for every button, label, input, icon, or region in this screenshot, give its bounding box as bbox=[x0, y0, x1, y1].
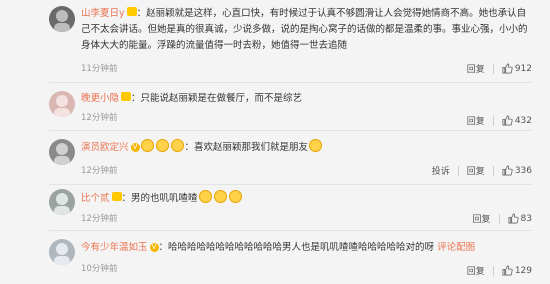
avatar[interactable] bbox=[49, 91, 75, 117]
like-count: 83 bbox=[520, 213, 532, 224]
thumbs-up-icon bbox=[502, 63, 513, 74]
emoji-icon bbox=[309, 139, 323, 152]
reply-button[interactable]: 回复 bbox=[467, 62, 485, 75]
like-button[interactable]: 912 bbox=[502, 63, 532, 74]
divider bbox=[492, 265, 494, 276]
thumbs-up-icon bbox=[502, 265, 513, 276]
reply-button[interactable]: 回复 bbox=[473, 212, 491, 225]
comment-text: ：男的也叽叽喳喳 bbox=[121, 193, 198, 204]
user-name[interactable]: 山李夏日y bbox=[81, 8, 125, 19]
divider bbox=[492, 63, 494, 74]
like-count: 129 bbox=[514, 265, 532, 276]
divider bbox=[457, 165, 459, 176]
crown-badge-icon bbox=[121, 92, 132, 101]
like-button[interactable]: 129 bbox=[502, 265, 532, 276]
emoji-icon bbox=[155, 139, 169, 152]
user-name[interactable]: 演员欧定兴 bbox=[81, 142, 129, 153]
comment-image-link[interactable]: 评论配图 bbox=[437, 242, 475, 253]
emoji-icon bbox=[198, 190, 212, 203]
thumbs-up-icon bbox=[502, 115, 513, 126]
reply-button[interactable]: 回复 bbox=[467, 264, 485, 277]
emoji-icon bbox=[213, 190, 227, 203]
thumbs-up-icon bbox=[502, 165, 513, 176]
user-name[interactable]: 比个贰 bbox=[81, 193, 110, 204]
comment-body: 山李夏日y ：赵丽颖就是这样，心直口快，有时候过于认真不够圆滑让人会觉得她情商不高… bbox=[81, 6, 532, 54]
comment-body: 比个贰 ：男的也叽叽喳喳 bbox=[81, 190, 532, 207]
timestamp: 11分钟前 bbox=[81, 64, 118, 74]
like-button[interactable]: 336 bbox=[502, 165, 532, 176]
divider bbox=[49, 184, 532, 185]
comment-text: ：哈哈哈哈哈哈哈哈哈哈哈哈男人也是叽叽喳喳哈哈哈哈哈对的呀 bbox=[158, 242, 435, 253]
comment-text: ：喜欢赵丽颖那我们就是朋友 bbox=[184, 142, 309, 153]
reply-button[interactable]: 回复 bbox=[467, 114, 485, 127]
divider bbox=[492, 165, 494, 176]
thumbs-up-icon bbox=[508, 213, 519, 224]
reply-button[interactable]: 回复 bbox=[467, 164, 485, 177]
report-button[interactable]: 投诉 bbox=[432, 164, 450, 177]
verified-icon: V bbox=[149, 243, 159, 252]
comment-text: ：只能说赵丽颖是在做餐厅，而不是综艺 bbox=[131, 93, 303, 104]
user-name[interactable]: 今有少年温如玉 bbox=[81, 242, 148, 253]
like-count: 912 bbox=[514, 63, 532, 74]
like-count: 432 bbox=[514, 115, 532, 126]
like-button[interactable]: 83 bbox=[508, 213, 532, 224]
comment-text: 己不太会讲话。但她是真的很真诚，少说多做，说的是掏心窝子的话做的都是温柔的事。事… bbox=[81, 24, 528, 35]
user-name[interactable]: 晚更小隐 bbox=[81, 93, 119, 104]
timestamp: 12分钟前 bbox=[81, 113, 118, 123]
timestamp: 12分钟前 bbox=[81, 166, 118, 176]
divider bbox=[498, 213, 500, 224]
avatar[interactable] bbox=[49, 239, 75, 265]
verified-icon: V bbox=[130, 143, 140, 152]
comment-body: 晚更小隐 ：只能说赵丽颖是在做餐厅，而不是综艺 bbox=[81, 91, 532, 107]
like-button[interactable]: 432 bbox=[502, 115, 532, 126]
emoji-icon bbox=[140, 139, 154, 152]
avatar[interactable] bbox=[49, 139, 75, 165]
timestamp: 10分钟前 bbox=[81, 264, 118, 274]
emoji-icon bbox=[228, 190, 242, 203]
comment-body: 演员欧定兴 V ：喜欢赵丽颖那我们就是朋友 bbox=[81, 139, 532, 156]
comment-feed: 山李夏日y ：赵丽颖就是这样，心直口快，有时候过于认真不够圆滑让人会觉得她情商不高… bbox=[0, 0, 550, 284]
avatar[interactable] bbox=[49, 6, 75, 32]
like-count: 336 bbox=[514, 165, 532, 176]
divider bbox=[492, 115, 494, 126]
crown-badge-icon bbox=[126, 7, 137, 16]
timestamp: 12分钟前 bbox=[81, 214, 118, 224]
emoji-icon bbox=[170, 139, 184, 152]
avatar[interactable] bbox=[49, 189, 75, 215]
divider bbox=[49, 82, 532, 83]
divider bbox=[49, 130, 532, 131]
divider bbox=[49, 230, 532, 231]
crown-badge-icon bbox=[111, 192, 122, 201]
comment-text: 身体大大的能量。浮躁的流量值得一时去粉，她值得一世去追随 bbox=[81, 40, 348, 51]
comment-text: ：赵丽颖就是这样，心直口快，有时候过于认真不够圆滑让人会觉得她情商不高。她也承认… bbox=[136, 8, 527, 19]
comment-body: 今有少年温如玉 V ：哈哈哈哈哈哈哈哈哈哈哈哈男人也是叽叽喳喳哈哈哈哈哈对的呀 评论… bbox=[81, 240, 532, 256]
